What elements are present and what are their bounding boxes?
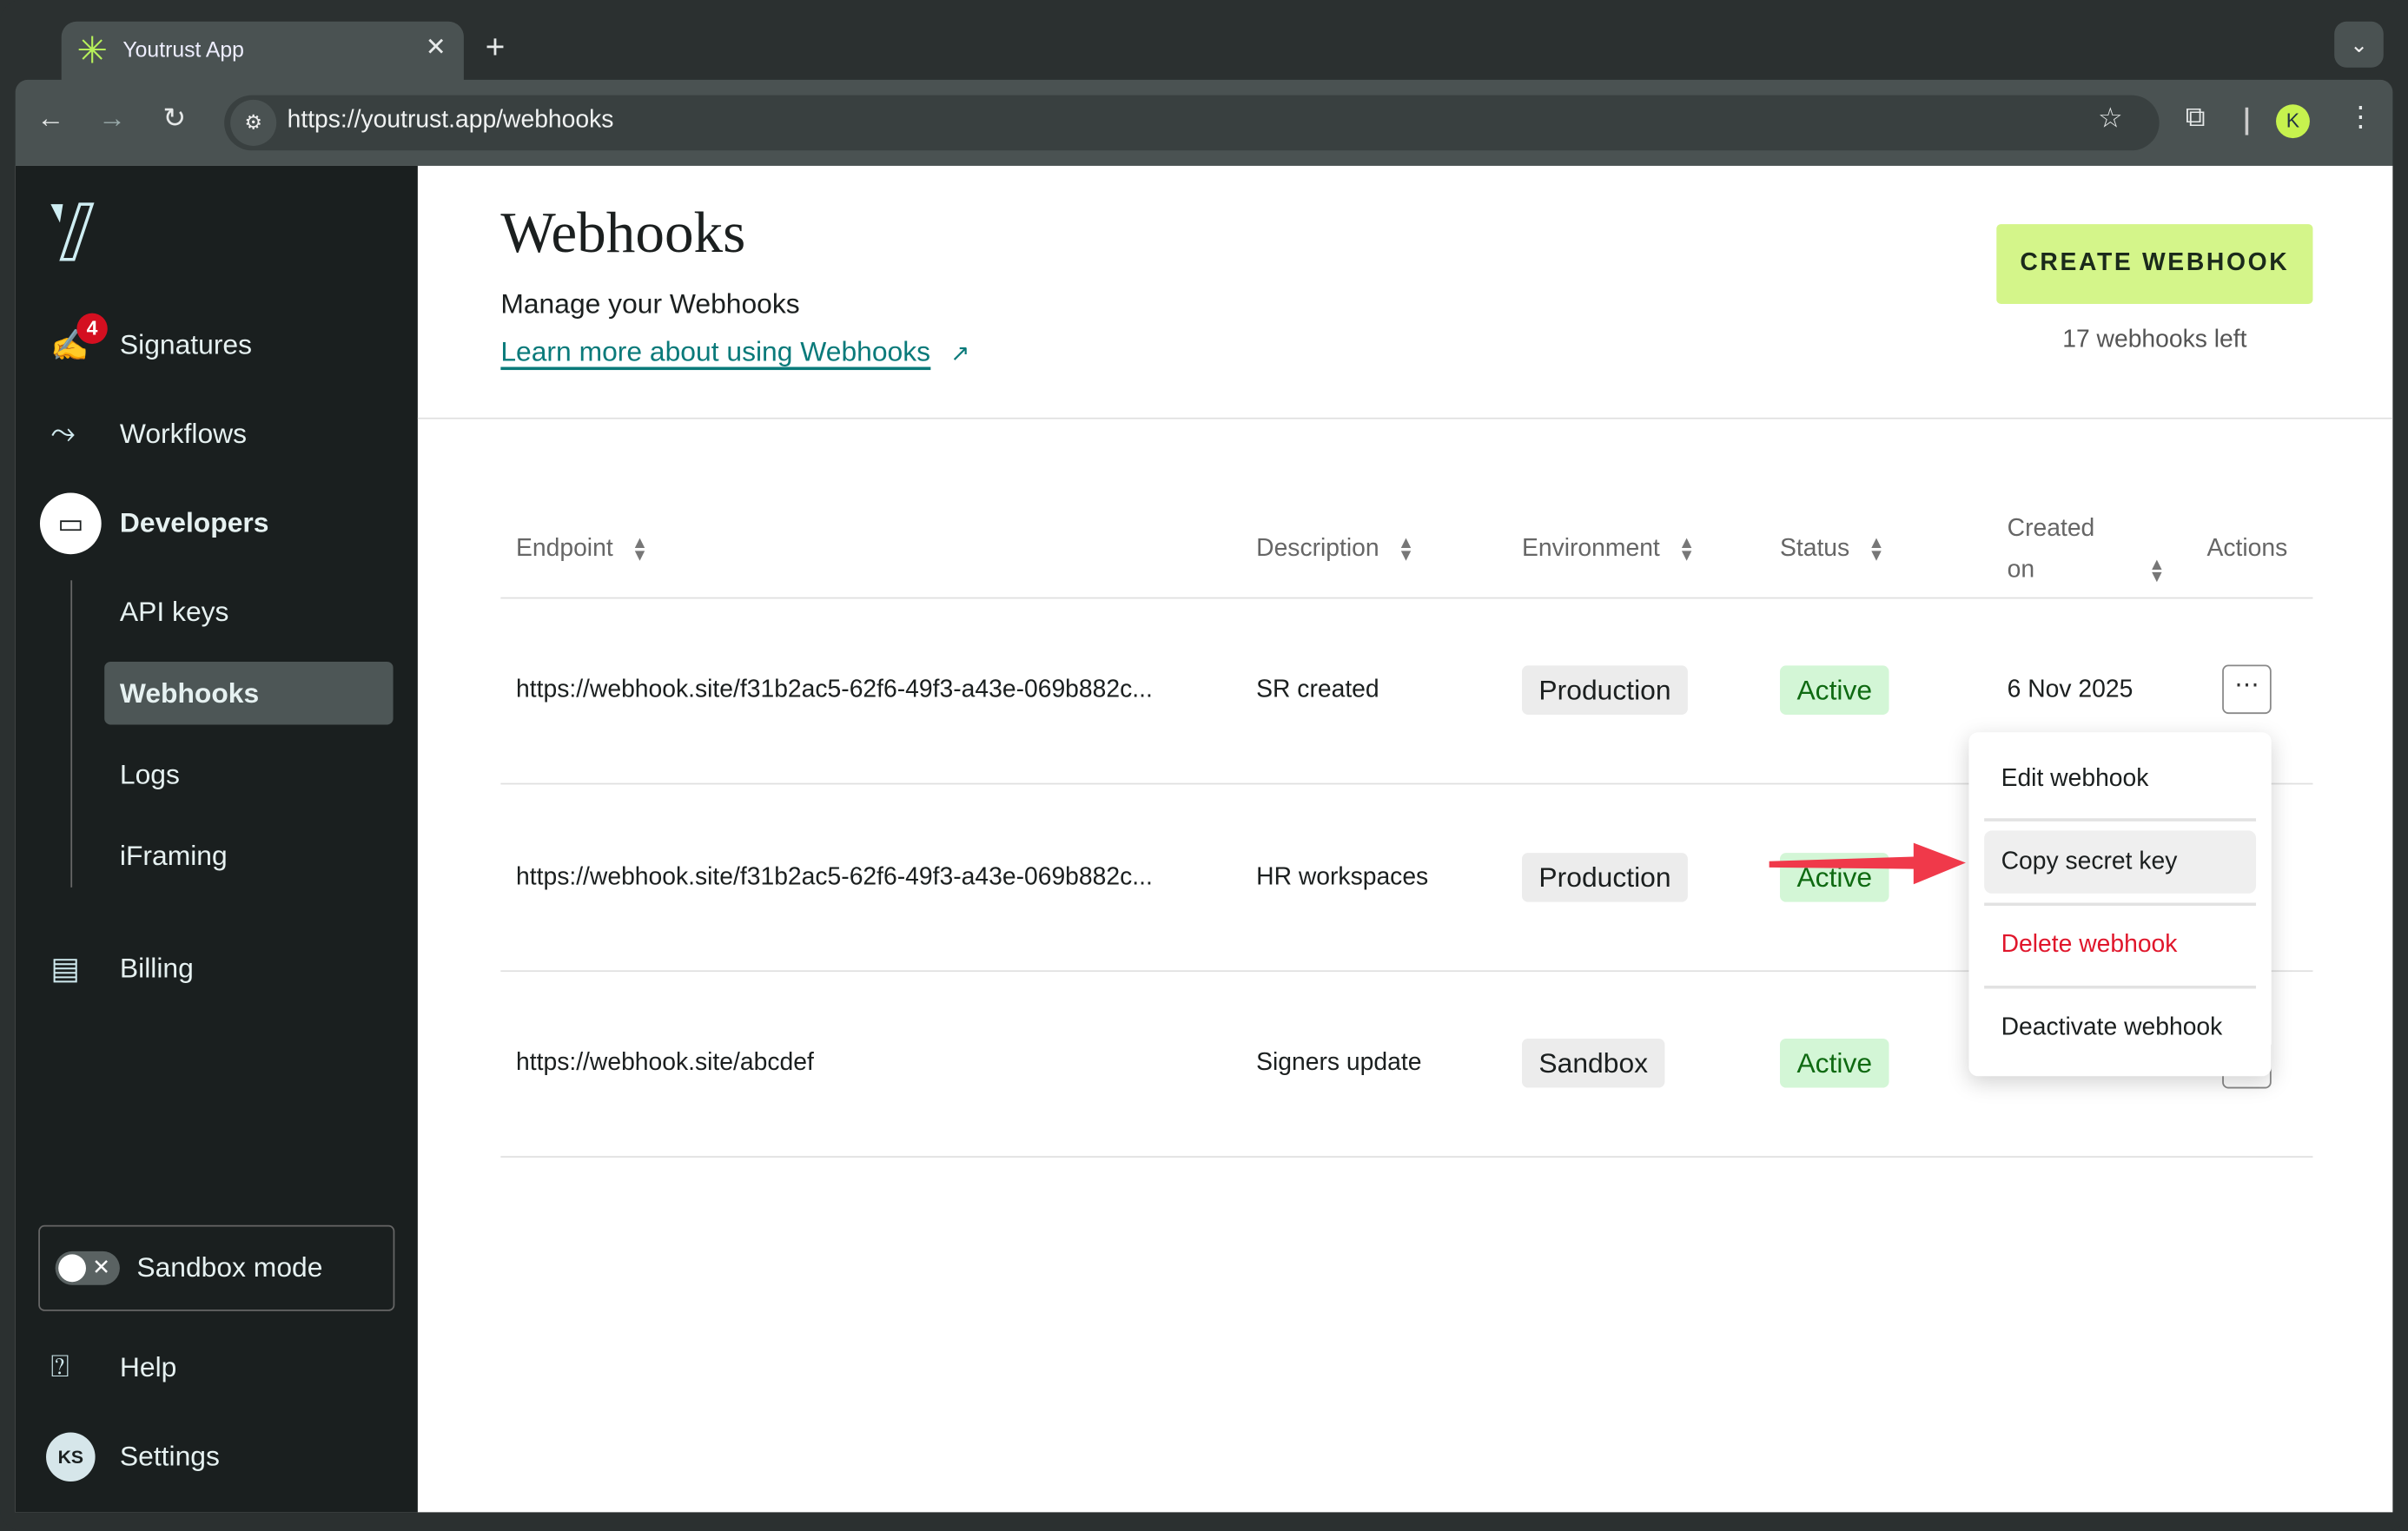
environment-label: Production (1521, 665, 1689, 715)
forward-icon[interactable]: → (98, 102, 126, 135)
environment-badge: Production (1521, 853, 1689, 902)
column-label: Status (1779, 535, 1850, 563)
profile-avatar[interactable]: K (2276, 104, 2310, 139)
column-status[interactable]: Status ▲ ▼ (1779, 535, 1885, 564)
sidebar-item-signatures[interactable]: Signatures (120, 329, 252, 361)
workflow-icon: ⤳ (50, 416, 76, 451)
sort-icon[interactable]: ▲ ▼ (632, 535, 648, 564)
column-actions: Actions (2206, 535, 2288, 563)
browser-window: ✳ Youtrust App ✕ + ⌄ ← → ↻ ⚙ https://you… (0, 0, 2408, 1531)
logo (50, 202, 95, 261)
page-subtitle: Manage your Webhooks (500, 288, 800, 320)
url-text[interactable]: https://youtrust.app/webhooks (288, 108, 614, 135)
column-label: Endpoint (516, 535, 613, 563)
created-cell: 6 Nov 2025 (2007, 676, 2133, 703)
status-label: Active (1779, 665, 1889, 715)
browser-tab[interactable] (61, 21, 464, 83)
reload-icon[interactable]: ↻ (162, 102, 186, 135)
menu-item-delete[interactable]: Delete webhook (2001, 932, 2178, 960)
back-icon[interactable]: ← (36, 102, 64, 135)
endpoint-cell: https://webhook.site/f31b2ac5-62f6-49f3-… (516, 864, 1153, 891)
environment-label: Production (1521, 853, 1689, 902)
endpoint-cell: https://webhook.site/abcdef (516, 1050, 814, 1077)
menu-item-edit[interactable]: Edit webhook (2001, 766, 2149, 794)
sidebar-item-billing[interactable]: Billing (120, 953, 194, 985)
developers-icon: ▭ (39, 492, 102, 555)
description-cell: HR workspaces (1256, 864, 1429, 891)
column-label: Created on (2007, 516, 2095, 584)
close-tab-icon[interactable]: ✕ (426, 32, 447, 63)
column-description[interactable]: Description ▲ ▼ (1256, 535, 1414, 564)
create-webhook-button[interactable]: CREATE WEBHOOK (1996, 224, 2313, 305)
environment-badge: Sandbox (1521, 1038, 1665, 1088)
column-label: Description (1256, 535, 1379, 563)
column-endpoint[interactable]: Endpoint ▲ ▼ (516, 535, 648, 564)
toggle-off-icon: ✕ (92, 1254, 110, 1279)
sidebar-subitem-api-keys[interactable]: API keys (120, 597, 229, 629)
sidebar-item-workflows[interactable]: Workflows (120, 419, 247, 451)
status-label: Active (1779, 1038, 1889, 1088)
new-tab-icon[interactable]: + (486, 28, 506, 68)
header-divider (417, 417, 2393, 419)
sidebar-item-help[interactable]: Help (120, 1352, 176, 1384)
notification-badge: 4 (76, 313, 108, 345)
menu-item-deactivate[interactable]: Deactivate webhook (2001, 1015, 2223, 1043)
environment-badge: Production (1521, 665, 1689, 715)
menu-divider (1984, 985, 2257, 989)
extensions-icon[interactable]: ⧉ (2186, 102, 2206, 134)
billing-icon: ▤ (50, 952, 80, 987)
favicon-icon: ✳ (76, 30, 108, 73)
status-badge: Active (1779, 1038, 1889, 1088)
sidebar-subitem-logs[interactable]: Logs (120, 759, 180, 791)
sort-icon[interactable]: ▲ ▼ (1398, 535, 1414, 564)
sandbox-mode-label: Sandbox mode (136, 1251, 323, 1284)
annotation-arrow (1769, 842, 1966, 885)
learn-more-text[interactable]: Learn more about using Webhooks (500, 336, 931, 371)
webhooks-remaining: 17 webhooks left (2062, 327, 2247, 353)
column-created-on[interactable]: Created on ▲ ▼ (2008, 508, 2176, 591)
toolbar-divider (2245, 107, 2249, 135)
sandbox-toggle[interactable]: ✕ (55, 1251, 120, 1285)
environment-label: Sandbox (1521, 1038, 1665, 1088)
tab-title: Youtrust App (122, 36, 244, 62)
page-title: Webhooks (500, 201, 746, 266)
description-cell: SR created (1256, 676, 1379, 703)
menu-item-copy-secret-key[interactable]: Copy secret key (2001, 849, 2178, 877)
column-label: Environment (1521, 535, 1660, 563)
site-settings-icon[interactable]: ⚙ (230, 99, 277, 146)
sidebar-subitem-iframing[interactable]: iFraming (120, 841, 228, 873)
row-divider (500, 1156, 2313, 1158)
avatar: KS (46, 1432, 96, 1482)
learn-more-link[interactable]: Learn more about using Webhooks ↗ (500, 336, 970, 371)
description-cell: Signers update (1256, 1050, 1422, 1077)
row-actions-button[interactable]: ⋯ (2222, 664, 2272, 715)
menu-kebab-icon[interactable]: ⋮ (2346, 102, 2374, 134)
status-badge: Active (1779, 665, 1889, 715)
bookmark-star-icon[interactable]: ☆ (2098, 102, 2123, 135)
menu-divider (1984, 902, 2257, 907)
sidebar-item-developers[interactable]: Developers (120, 507, 269, 539)
menu-divider (1984, 818, 2257, 822)
sidebar-subitem-webhooks[interactable]: Webhooks (120, 678, 259, 710)
help-icon: ⍰ (50, 1350, 69, 1384)
tab-list-button[interactable]: ⌄ (2334, 21, 2384, 68)
row-actions-menu: Edit webhook Copy secret key Delete webh… (1968, 732, 2272, 1077)
toggle-knob (58, 1254, 87, 1283)
column-environment[interactable]: Environment ▲ ▼ (1521, 535, 1695, 564)
header-row-divider (500, 597, 2313, 599)
sidebar-item-settings[interactable]: Settings (120, 1441, 220, 1473)
sort-icon[interactable]: ▲ ▼ (2148, 556, 2165, 585)
endpoint-cell: https://webhook.site/f31b2ac5-62f6-49f3-… (516, 676, 1153, 703)
sort-icon[interactable]: ▲ ▼ (1678, 535, 1695, 564)
sort-icon[interactable]: ▲ ▼ (1868, 535, 1884, 564)
external-link-icon: ↗ (950, 340, 970, 367)
submenu-line (70, 580, 73, 888)
